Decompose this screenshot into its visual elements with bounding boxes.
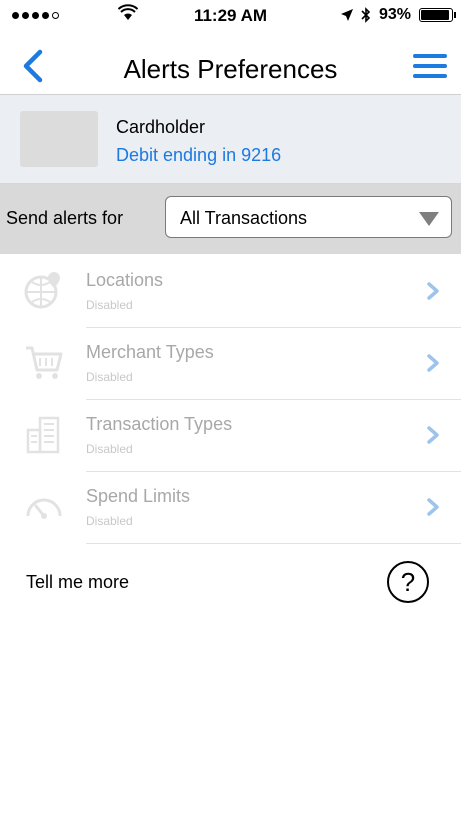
- locations-row[interactable]: Locations Disabled: [0, 256, 461, 328]
- bluetooth-icon: [361, 7, 371, 23]
- location-arrow-icon: [340, 9, 353, 21]
- navigation-bar: Alerts Preferences: [0, 38, 461, 95]
- send-alerts-label: Send alerts for: [6, 208, 124, 228]
- spend-limits-row[interactable]: Spend Limits Disabled: [0, 472, 461, 544]
- shopping-cart-icon: [26, 346, 63, 379]
- send-alerts-section: Send alerts for All Transactions: [0, 184, 461, 254]
- alerts-type-select[interactable]: All Transactions: [165, 196, 452, 238]
- row-status: Disabled: [86, 514, 133, 528]
- row-status: Disabled: [86, 298, 133, 312]
- question-circle-icon[interactable]: ?: [386, 560, 430, 604]
- buildings-icon: [26, 416, 60, 454]
- tell-me-more-label: Tell me more: [26, 572, 130, 592]
- chevron-right-icon: [427, 282, 439, 300]
- chevron-right-icon: [427, 354, 439, 372]
- merchant-types-row[interactable]: Merchant Types Disabled: [0, 328, 461, 400]
- card-info: Cardholder Debit ending in 9216: [0, 95, 461, 184]
- page-title: Alerts Preferences: [123, 54, 338, 84]
- cardholder-name: Cardholder: [116, 117, 206, 137]
- row-status: Disabled: [86, 370, 133, 384]
- chevron-right-icon: [427, 426, 439, 444]
- gauge-icon: [26, 498, 62, 519]
- hamburger-menu-icon[interactable]: [413, 54, 447, 80]
- dropdown-triangle-icon: [419, 212, 439, 226]
- row-title: Locations: [86, 270, 164, 290]
- tell-me-more[interactable]: Tell me more ?: [0, 560, 461, 610]
- row-title: Spend Limits: [86, 486, 191, 506]
- row-title: Transaction Types: [86, 414, 233, 434]
- battery-percent: 93%: [378, 6, 411, 23]
- row-title: Merchant Types: [86, 342, 214, 362]
- battery-icon: [419, 8, 456, 22]
- row-divider: [86, 543, 461, 544]
- status-bar: 11:29 AM 93%: [0, 0, 461, 30]
- row-status: Disabled: [86, 442, 133, 456]
- svg-text:?: ?: [401, 567, 415, 597]
- globe-pin-icon: [24, 272, 60, 309]
- alerts-type-value: All Transactions: [180, 208, 308, 228]
- card-account: Debit ending in 9216: [116, 145, 282, 165]
- card-thumbnail: [20, 111, 98, 167]
- transaction-types-row[interactable]: Transaction Types Disabled: [0, 400, 461, 472]
- chevron-right-icon: [427, 498, 439, 516]
